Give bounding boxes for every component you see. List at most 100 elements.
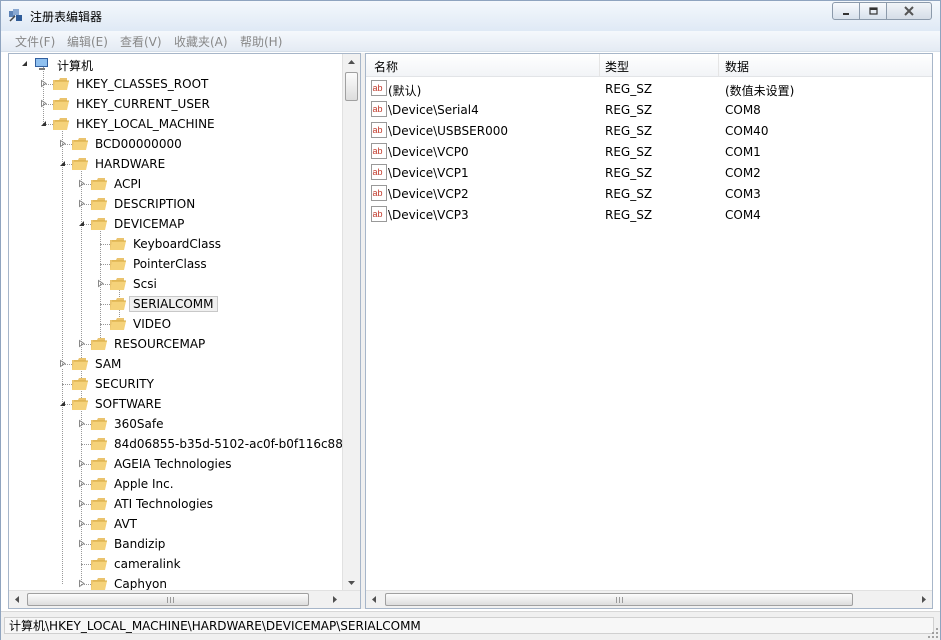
table-row[interactable]: ab \Device\VCP1 REG_SZ COM2 <box>366 162 932 183</box>
tree-node-84d06855-b35d-5102-ac0f-b0f116c884c[interactable]: 84d06855-b35d-5102-ac0f-b0f116c884c <box>9 434 357 454</box>
column-header-data[interactable]: 数据 <box>725 58 749 75</box>
folder-icon <box>72 398 88 410</box>
menu-edit[interactable]: 编辑(E) <box>67 33 108 50</box>
tree-node-resourcemap[interactable]: RESOURCEMAP <box>9 334 344 354</box>
scroll-right-icon[interactable] <box>915 591 932 608</box>
collapsed-arrow-icon[interactable] <box>96 279 105 288</box>
menu-file[interactable]: 文件(F) <box>15 33 55 50</box>
tree-node-label: SAM <box>95 357 122 371</box>
expanded-arrow-icon[interactable] <box>58 399 67 408</box>
tree-node-scsi[interactable]: Scsi <box>9 274 344 294</box>
tree-vertical-scroll-thumb[interactable] <box>345 72 358 101</box>
menu-help[interactable]: 帮助(H) <box>240 33 282 50</box>
folder-icon <box>91 198 107 210</box>
tree-node-label: BCD00000000 <box>95 137 182 151</box>
collapsed-arrow-icon[interactable] <box>58 139 67 148</box>
expanded-arrow-icon[interactable] <box>39 119 48 128</box>
scroll-left-icon[interactable] <box>366 591 383 608</box>
expanded-arrow-icon[interactable] <box>20 59 29 68</box>
collapsed-arrow-icon[interactable] <box>77 519 86 528</box>
column-header-type[interactable]: 类型 <box>605 58 629 75</box>
scroll-grip-line <box>173 597 174 603</box>
scroll-up-icon[interactable] <box>343 54 360 71</box>
tree-node-hkey-current-user[interactable]: HKEY_CURRENT_USER <box>9 94 344 114</box>
tree-node-hardware[interactable]: HARDWARE <box>9 154 344 174</box>
table-row[interactable]: ab \Device\VCP0 REG_SZ COM1 <box>366 141 932 162</box>
menu-bar: 文件(F) 编辑(E) 查看(V) 收藏夹(A) 帮助(H) <box>1 31 940 52</box>
tree-node-sam[interactable]: SAM <box>9 354 344 374</box>
value-name-cell: \Device\VCP0 <box>388 145 469 159</box>
tree-node-security[interactable]: SECURITY <box>9 374 344 394</box>
tree-node-bandizip[interactable]: Bandizip <box>9 534 344 554</box>
collapsed-arrow-icon[interactable] <box>39 99 48 108</box>
tree-node-label: ATI Technologies <box>114 497 214 511</box>
value-data-cell: COM3 <box>725 187 761 201</box>
folder-icon <box>91 218 107 230</box>
resize-grip-icon[interactable] <box>927 627 939 639</box>
tree-node-pointerclass[interactable]: PointerClass <box>9 254 344 274</box>
maximize-button[interactable] <box>859 2 887 20</box>
expanded-arrow-icon[interactable] <box>77 219 86 228</box>
scroll-right-icon[interactable] <box>326 591 343 608</box>
tree-node-hkey-local-machine[interactable]: HKEY_LOCAL_MACHINE <box>9 114 344 134</box>
collapsed-arrow-icon[interactable] <box>77 539 86 548</box>
tree-node-label: Caphyon <box>114 577 168 591</box>
tree-node-serialcomm[interactable]: SERIALCOMM <box>9 294 344 314</box>
scroll-down-icon[interactable] <box>343 574 360 591</box>
column-separator[interactable] <box>718 54 719 76</box>
table-row[interactable]: ab \Device\VCP2 REG_SZ COM3 <box>366 183 932 204</box>
value-data-cell: COM8 <box>725 103 761 117</box>
tree-node-software[interactable]: SOFTWARE <box>9 394 344 414</box>
collapsed-arrow-icon[interactable] <box>77 459 86 468</box>
table-row[interactable]: ab \Device\VCP3 REG_SZ COM4 <box>366 204 932 225</box>
tree-node-avt[interactable]: AVT <box>9 514 344 534</box>
tree-node-description[interactable]: DESCRIPTION <box>9 194 344 214</box>
column-separator[interactable] <box>599 54 600 76</box>
value-type-cell: REG_SZ <box>605 103 653 117</box>
tree-node-ageia-technologies[interactable]: AGEIA Technologies <box>9 454 344 474</box>
values-horizontal-scrollbar[interactable] <box>366 590 932 608</box>
tree-node-devicemap[interactable]: DEVICEMAP <box>9 214 344 234</box>
tree-node-ati-technologies[interactable]: ATI Technologies <box>9 494 344 514</box>
registry-editor-app-icon <box>9 9 22 22</box>
tree-node-acpi[interactable]: ACPI <box>9 174 344 194</box>
svg-text:ab: ab <box>373 83 383 93</box>
close-button[interactable] <box>886 2 932 20</box>
tree-node-360safe[interactable]: 360Safe <box>9 414 344 434</box>
tree-node-bcd00000000[interactable]: BCD00000000 <box>9 134 344 154</box>
minimize-button[interactable] <box>832 2 860 20</box>
registry-values-pane[interactable]: 名称 类型 数据 ab (默认) REG_SZ (数值未设置) ab \Device\Se… <box>365 53 933 609</box>
tree-vertical-scrollbar[interactable] <box>342 54 360 591</box>
collapsed-arrow-icon[interactable] <box>58 359 67 368</box>
table-row[interactable]: ab \Device\USBSER000 REG_SZ COM40 <box>366 120 932 141</box>
table-row[interactable]: ab (默认) REG_SZ (数值未设置) <box>366 78 932 99</box>
column-header-name[interactable]: 名称 <box>374 58 398 75</box>
tree-node-hkey-classes-root[interactable]: HKEY_CLASSES_ROOT <box>9 74 344 94</box>
tree-node-cameralink[interactable]: cameralink <box>9 554 344 574</box>
registry-tree-pane[interactable]: 计算机 HKEY_CLASSES_ROOT HKEY_CURRENT_USER HKE… <box>8 53 361 609</box>
title-bar[interactable]: 注册表编辑器 <box>1 1 940 31</box>
collapsed-arrow-icon[interactable] <box>77 179 86 188</box>
svg-text:ab: ab <box>373 167 383 177</box>
expanded-arrow-icon[interactable] <box>58 159 67 168</box>
collapsed-arrow-icon[interactable] <box>77 579 86 588</box>
tree-node-apple-inc[interactable]: Apple Inc. <box>9 474 344 494</box>
collapsed-arrow-icon[interactable] <box>39 79 48 88</box>
menu-view[interactable]: 查看(V) <box>120 33 162 50</box>
collapsed-arrow-icon[interactable] <box>77 479 86 488</box>
tree-horizontal-scrollbar[interactable] <box>9 590 360 608</box>
collapsed-arrow-icon[interactable] <box>77 499 86 508</box>
tree-node-keyboardclass[interactable]: KeyboardClass <box>9 234 344 254</box>
scroll-left-icon[interactable] <box>9 591 26 608</box>
collapsed-arrow-icon[interactable] <box>77 339 86 348</box>
collapsed-arrow-icon[interactable] <box>77 199 86 208</box>
values-horizontal-scroll-thumb[interactable] <box>385 593 853 606</box>
collapsed-arrow-icon[interactable] <box>77 419 86 428</box>
tree-node-[interactable]: 计算机 <box>9 54 344 74</box>
tree-node-video[interactable]: VIDEO <box>9 314 344 334</box>
menu-favorites[interactable]: 收藏夹(A) <box>174 33 228 50</box>
string-value-icon: ab <box>371 206 387 222</box>
tree-horizontal-scroll-thumb[interactable] <box>27 593 309 606</box>
table-row[interactable]: ab \Device\Serial4 REG_SZ COM8 <box>366 99 932 120</box>
string-value-icon: ab <box>371 122 387 138</box>
